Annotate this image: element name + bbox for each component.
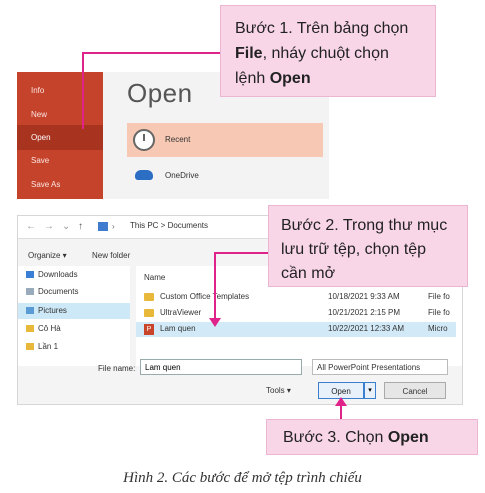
nav-downloads[interactable]: Downloads xyxy=(38,270,78,279)
file-row[interactable]: UltraViewer 10/21/2021 2:15 PM File fo xyxy=(136,306,456,321)
page-title: Open xyxy=(127,78,193,108)
figure-caption: Hình 2. Các bước để mở tệp trình chiếu xyxy=(123,470,362,486)
organize-button[interactable]: Organize ▾ xyxy=(28,251,67,260)
file-date: 10/22/2021 12:33 AM xyxy=(328,324,405,333)
arrow-down-icon xyxy=(209,318,221,327)
menu-new[interactable]: New xyxy=(31,110,47,119)
callout2-connector-h xyxy=(214,252,270,254)
nav-co-ha[interactable]: Cô Hà xyxy=(38,324,61,333)
file-row-selected[interactable]: P Lam quen 10/22/2021 12:33 AM Micro xyxy=(136,322,456,337)
callout3-bold-open: Open xyxy=(387,429,429,446)
menu-open[interactable]: Open xyxy=(31,133,51,142)
callout-step2: Bước 2. Trong thư mục lưu trữ tệp, chọn … xyxy=(268,205,468,287)
cloud-icon xyxy=(135,170,153,180)
cancel-button[interactable]: Cancel xyxy=(384,382,446,399)
new-folder-button[interactable]: New folder xyxy=(92,251,130,260)
callout1-bold-open: Open xyxy=(269,70,311,87)
document-icon xyxy=(26,288,34,295)
chevron-down-icon[interactable]: ⌄ xyxy=(62,221,70,232)
backstage-sidebar: Info New Open Save Save As xyxy=(17,72,103,199)
chevron-right-icon: › xyxy=(112,222,115,231)
file-date: 10/18/2021 9:33 AM xyxy=(328,292,400,301)
file-type-select[interactable]: All PowerPoint Presentations xyxy=(312,359,448,375)
file-name-label: File name: xyxy=(98,364,136,373)
back-icon[interactable]: ← xyxy=(26,221,36,232)
callout1-text: Bước 1. Trên bảng chọn xyxy=(235,20,409,37)
folder-icon xyxy=(26,325,34,332)
callout3-connector xyxy=(340,404,342,420)
forward-icon[interactable]: → xyxy=(44,221,54,232)
column-name[interactable]: Name xyxy=(144,273,165,282)
recent-label: Recent xyxy=(165,135,191,144)
file-date: 10/21/2021 2:15 PM xyxy=(328,308,401,317)
callout3-text: Bước 3. Chọn xyxy=(283,429,388,446)
open-dropdown-icon[interactable]: ▾ xyxy=(364,382,376,399)
menu-save[interactable]: Save xyxy=(31,156,49,165)
open-selected-bg xyxy=(17,125,103,150)
file-type: File fo xyxy=(428,292,450,301)
file-name-input[interactable]: Lam quen xyxy=(140,359,302,375)
callout1-bold-file: File xyxy=(235,45,263,62)
pictures-icon xyxy=(26,307,34,314)
menu-info[interactable]: Info xyxy=(31,86,44,95)
callout1-connector xyxy=(82,52,84,129)
file-row[interactable]: Custom Office Templates 10/18/2021 9:33 … xyxy=(136,290,456,305)
nav-lan-1[interactable]: Lần 1 xyxy=(38,342,58,351)
clock-icon xyxy=(133,129,155,151)
navigation-pane: Downloads Documents Pictures Cô Hà Lần 1 xyxy=(18,266,130,366)
nav-selected-bg xyxy=(18,303,130,319)
up-icon[interactable]: ↑ xyxy=(78,221,83,232)
folder-icon xyxy=(144,293,154,301)
pc-icon xyxy=(98,222,108,231)
tools-button[interactable]: Tools ▾ xyxy=(266,386,291,395)
callout-step3: Bước 3. Chọn Open xyxy=(266,419,478,455)
folder-icon xyxy=(144,309,154,317)
arrow-up-icon xyxy=(335,397,347,406)
breadcrumb[interactable]: This PC > Documents xyxy=(130,221,208,230)
recent-item[interactable]: Recent xyxy=(127,123,323,157)
file-type: File fo xyxy=(428,308,450,317)
onedrive-item[interactable]: OneDrive xyxy=(165,171,199,180)
download-icon xyxy=(26,271,34,278)
nav-documents[interactable]: Documents xyxy=(38,287,78,296)
menu-save-as[interactable]: Save As xyxy=(31,180,60,189)
callout-step1: Bước 1. Trên bảng chọn File, nháy chuột … xyxy=(220,5,436,97)
folder-icon xyxy=(26,343,34,350)
file-name: Custom Office Templates xyxy=(160,292,250,301)
nav-pictures[interactable]: Pictures xyxy=(38,306,67,315)
callout2-connector xyxy=(214,252,216,322)
powerpoint-file-icon: P xyxy=(144,324,154,335)
callout1-connector-h xyxy=(82,52,222,54)
file-name: Lam quen xyxy=(160,324,196,333)
file-type: Micro xyxy=(428,324,448,333)
file-name: UltraViewer xyxy=(160,308,202,317)
